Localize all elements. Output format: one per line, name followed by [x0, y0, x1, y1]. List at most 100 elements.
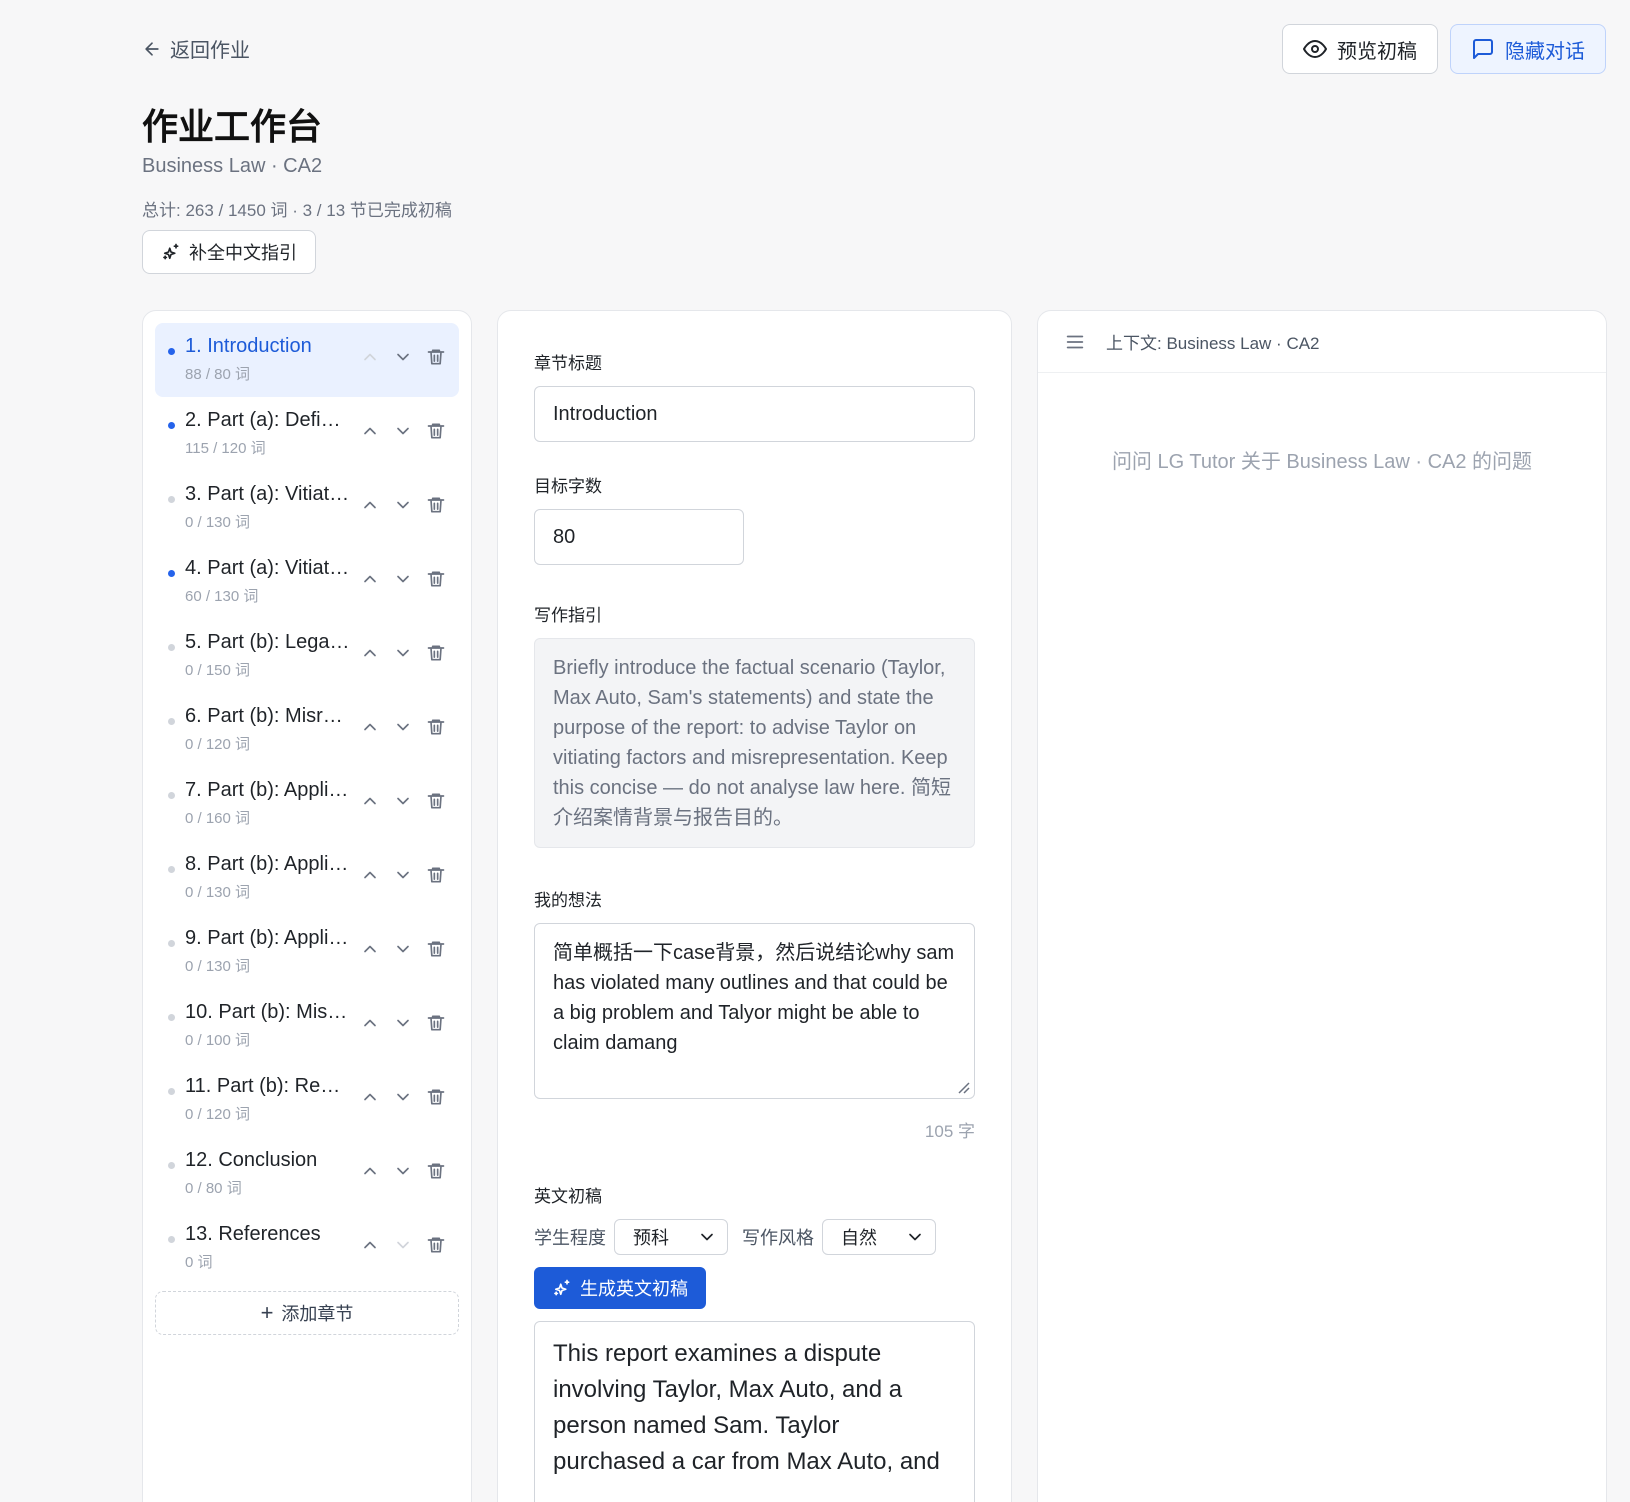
chevron-down-icon[interactable] — [391, 937, 414, 960]
preview-draft-button[interactable]: 预览初稿 — [1282, 24, 1438, 74]
back-to-assignments-link[interactable]: 返回作业 — [142, 34, 250, 63]
section-item[interactable]: 6. Part (b): Misrepresentation0 / 120 词 — [155, 693, 459, 767]
english-draft-label: 英文初稿 — [534, 1187, 602, 1206]
chevron-down-icon[interactable] — [391, 641, 414, 664]
status-dot — [168, 1236, 175, 1243]
trash-icon[interactable] — [424, 1233, 447, 1256]
trash-icon[interactable] — [424, 345, 447, 368]
writing-style-select[interactable]: 自然 — [822, 1219, 936, 1255]
section-item[interactable]: 4. Part (a): Vitiating factors analysis6… — [155, 545, 459, 619]
chevron-down-icon[interactable] — [391, 789, 414, 812]
chevron-up-icon[interactable] — [358, 863, 381, 886]
section-item[interactable]: 9. Part (b): Application of remedies0 / … — [155, 915, 459, 989]
section-item[interactable]: 3. Part (a): Vitiating factors overview0… — [155, 471, 459, 545]
target-words-input[interactable]: 80 — [534, 509, 744, 565]
chevron-up-icon[interactable] — [358, 789, 381, 812]
status-dot — [168, 570, 175, 577]
trash-icon[interactable] — [424, 567, 447, 590]
chevron-up-icon[interactable] — [358, 641, 381, 664]
trash-icon[interactable] — [424, 493, 447, 516]
chevron-up-icon[interactable] — [358, 1233, 381, 1256]
hide-chat-label: 隐藏对话 — [1505, 40, 1585, 63]
section-item[interactable]: 2. Part (a): Definition and classificati… — [155, 397, 459, 471]
chat-empty-prompt: 问问 LG Tutor 关于 Business Law · CA2 的问题 — [1111, 451, 1533, 473]
chevron-down-icon[interactable] — [391, 863, 414, 886]
resize-grip-icon[interactable] — [956, 1080, 970, 1094]
section-item-controls — [358, 345, 447, 368]
trash-icon[interactable] — [424, 1085, 447, 1108]
trash-icon[interactable] — [424, 1011, 447, 1034]
section-item[interactable]: 13. References 0 词 — [155, 1211, 459, 1285]
chat-context-label: 上下文: Business Law · CA2 — [1106, 334, 1320, 353]
generate-draft-label: 生成英文初稿 — [580, 1279, 688, 1299]
chevron-up-icon[interactable] — [358, 419, 381, 442]
chevron-down-icon[interactable] — [391, 1011, 414, 1034]
section-item-title: 9. Part (b): Application of remedies — [185, 927, 350, 949]
chevron-up-icon[interactable] — [358, 493, 381, 516]
student-level-select[interactable]: 预科 — [614, 1219, 728, 1255]
section-item[interactable]: 8. Part (b): Application continued0 / 13… — [155, 841, 459, 915]
chevron-up-icon[interactable] — [358, 715, 381, 738]
trash-icon[interactable] — [424, 863, 447, 886]
chevron-up-icon[interactable] — [358, 1011, 381, 1034]
section-item-title: 4. Part (a): Vitiating factors analysis — [185, 557, 350, 579]
hide-chat-button[interactable]: 隐藏对话 — [1450, 24, 1606, 74]
chevron-down-icon[interactable] — [391, 1233, 414, 1256]
sparkles-icon — [554, 1279, 570, 1296]
my-idea-textarea[interactable]: 简单概括一下case背景，然后说结论why sam has violated m… — [534, 923, 975, 1099]
section-editor: 章节标题 Introduction 目标字数 80 写作指引 Briefly i… — [497, 310, 1012, 1502]
chevron-up-icon[interactable] — [358, 345, 381, 368]
page-subtitle: Business Law · CA2 — [142, 155, 323, 177]
trash-icon[interactable] — [424, 1159, 447, 1182]
chevron-down-icon[interactable] — [391, 567, 414, 590]
sections-panel: 1. Introduction 88 / 80 词 2. Part (a): Def… — [142, 310, 472, 1502]
section-item[interactable]: 5. Part (b): Legal framework0 / 150 词 — [155, 619, 459, 693]
eye-icon — [1303, 40, 1327, 58]
section-item[interactable]: 10. Part (b): Misrepresentation types0 /… — [155, 989, 459, 1063]
chevron-down-icon[interactable] — [391, 493, 414, 516]
chevron-down-icon[interactable] — [391, 1159, 414, 1182]
chevron-up-icon[interactable] — [358, 1159, 381, 1182]
trash-icon[interactable] — [424, 715, 447, 738]
chat-panel: 上下文: Business Law · CA2 问问 LG Tutor 关于 B… — [1037, 310, 1607, 1502]
status-dot — [168, 1014, 175, 1021]
section-item-controls — [358, 937, 447, 960]
chevron-down-icon[interactable] — [391, 419, 414, 442]
menu-icon[interactable] — [1064, 331, 1086, 353]
student-level-value: 预科 — [633, 1228, 669, 1248]
add-section-button[interactable]: + 添加章节 — [155, 1291, 459, 1335]
trash-icon[interactable] — [424, 937, 447, 960]
section-item-controls — [358, 493, 447, 516]
section-item-controls — [358, 715, 447, 738]
arrow-left-icon — [145, 41, 159, 56]
trash-icon[interactable] — [424, 789, 447, 812]
chevron-up-icon[interactable] — [358, 937, 381, 960]
my-idea-label: 我的想法 — [534, 891, 602, 910]
trash-icon[interactable] — [424, 641, 447, 664]
complete-chinese-guide-button[interactable]: 补全中文指引 — [142, 230, 316, 274]
status-dot — [168, 866, 175, 873]
chevron-down-icon[interactable] — [391, 345, 414, 368]
sparkles-icon — [163, 243, 179, 260]
section-item[interactable]: 11. Part (b): Remedies0 / 120 词 — [155, 1063, 459, 1137]
chevron-down-icon — [909, 1233, 921, 1241]
section-item[interactable]: 12. Conclusion 0 / 80 词 — [155, 1137, 459, 1211]
chevron-down-icon[interactable] — [391, 715, 414, 738]
section-item[interactable]: 1. Introduction 88 / 80 词 — [155, 323, 459, 397]
english-draft-textarea[interactable]: This report examines a dispute involving… — [534, 1321, 975, 1502]
chevron-down-icon[interactable] — [391, 1085, 414, 1108]
section-item[interactable]: 7. Part (b): Application to facts0 / 160… — [155, 767, 459, 841]
trash-icon[interactable] — [424, 419, 447, 442]
section-item-title: 12. Conclusion — [185, 1149, 318, 1171]
section-title-input[interactable]: Introduction — [534, 386, 975, 442]
section-item-title: 6. Part (b): Misrepresentation — [185, 705, 350, 727]
status-dot — [168, 348, 175, 355]
chevron-up-icon[interactable] — [358, 567, 381, 590]
generate-draft-button[interactable]: 生成英文初稿 — [534, 1267, 706, 1309]
section-item-controls — [358, 789, 447, 812]
chat-header: 上下文: Business Law · CA2 — [1038, 311, 1606, 373]
section-item-title: 13. References — [185, 1223, 321, 1245]
section-item-controls — [358, 641, 447, 664]
writing-guide-label: 写作指引 — [534, 606, 602, 625]
chevron-up-icon[interactable] — [358, 1085, 381, 1108]
